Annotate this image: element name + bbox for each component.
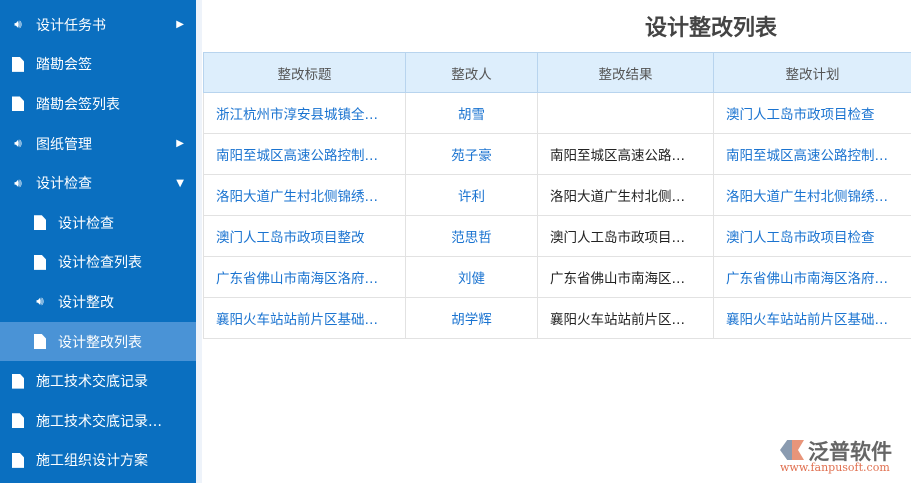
logo-url: www.fanpusoft.com: [780, 461, 890, 474]
table-cell: 襄阳火车站站前片区…: [537, 297, 714, 339]
sidebar-item[interactable]: 设计整改列表: [0, 321, 196, 362]
sidebar-item[interactable]: 踏勘会签: [0, 45, 196, 85]
table-cell: 澳门人工岛市政项目…: [537, 215, 714, 257]
table-cell: [537, 92, 714, 134]
chevron-right-icon: ▶: [176, 138, 184, 150]
speaker-icon: 🔊︎: [14, 136, 22, 151]
table-cell[interactable]: 澳门人工岛市政项目检查: [713, 92, 911, 134]
document-icon: [10, 96, 26, 112]
sidebar-item-label: 踏勘会签: [36, 57, 92, 74]
sidebar-item[interactable]: 施工技术交底记录…: [0, 401, 196, 441]
table-row[interactable]: 浙江杭州市淳安县城镇全… 胡雪 澳门人工岛市政项目检查: [203, 92, 911, 134]
column-header[interactable]: 整改标题: [203, 52, 406, 93]
sidebar-item-label: 施工组织设计方案: [36, 453, 148, 470]
document-icon: [32, 254, 48, 270]
table-cell: 南阳至城区高速公路…: [537, 133, 714, 175]
sidebar-item-label: 设计整改列表: [58, 334, 142, 351]
sidebar-item[interactable]: 🔊︎ 设计任务书 ▶: [0, 5, 196, 45]
table-cell[interactable]: 洛阳大道广生村北侧锦绣…: [203, 174, 406, 216]
rectification-table: 整改标题 整改人 整改结果 整改计划 浙江杭州市淳安县城镇全… 胡雪 澳门人工岛市政项目检查…: [203, 52, 911, 339]
sidebar-item[interactable]: 踏勘会签列表: [0, 84, 196, 124]
table-cell[interactable]: 澳门人工岛市政项目整改: [203, 215, 406, 257]
document-icon: [10, 413, 26, 429]
sidebar-item-label: 图纸管理: [36, 136, 92, 153]
sidebar-item[interactable]: 🔊︎ 图纸管理 ▶: [0, 124, 196, 164]
document-icon: [10, 452, 26, 468]
sidebar-item-label: 施工技术交底记录: [36, 374, 148, 391]
table-cell[interactable]: 范思哲: [405, 215, 538, 257]
sidebar-item-label: 施工技术交底记录…: [36, 413, 162, 430]
table-row[interactable]: 广东省佛山市南海区洛府… 刘健 广东省佛山市南海区… 广东省佛山市南海区洛府…: [203, 256, 911, 298]
column-header[interactable]: 整改计划: [713, 52, 911, 93]
table-cell[interactable]: 洛阳大道广生村北侧锦绣…: [713, 174, 911, 216]
column-header[interactable]: 整改人: [405, 52, 538, 93]
sidebar-item[interactable]: 施工技术交底记录: [0, 361, 196, 401]
sidebar-item[interactable]: 🔊︎ 设计整改: [0, 282, 196, 322]
table-cell[interactable]: 胡雪: [405, 92, 538, 134]
sidebar-item-label: 设计检查: [36, 176, 92, 193]
speaker-icon: 🔊︎: [14, 175, 22, 190]
table-row[interactable]: 澳门人工岛市政项目整改 范思哲 澳门人工岛市政项目… 澳门人工岛市政项目检查: [203, 215, 911, 257]
table-cell[interactable]: 广东省佛山市南海区洛府…: [203, 256, 406, 298]
sidebar-item-label: 设计检查: [58, 215, 114, 232]
sidebar-item[interactable]: 施工组织设计方案: [0, 441, 196, 481]
sidebar-item[interactable]: 设计检查: [0, 203, 196, 243]
sidebar: 🔊︎ 设计任务书 ▶ 踏勘会签 踏勘会签列表 🔊︎ 图纸管理 ▶ 🔊︎ 设计检查 ▼ 设计检查 设计检查…: [0, 0, 196, 483]
table-cell[interactable]: 广东省佛山市南海区洛府…: [713, 256, 911, 298]
table-cell[interactable]: 苑子豪: [405, 133, 538, 175]
speaker-icon: 🔊︎: [14, 17, 22, 32]
sidebar-item-label: 设计检查列表: [58, 255, 142, 272]
table-cell[interactable]: 胡学辉: [405, 297, 538, 339]
table-cell[interactable]: 刘健: [405, 256, 538, 298]
table-cell[interactable]: 南阳至城区高速公路控制…: [203, 133, 406, 175]
chevron-right-icon: ▶: [176, 19, 184, 31]
sidebar-item[interactable]: 设计检查列表: [0, 243, 196, 283]
sidebar-item-label: 踏勘会签列表: [36, 96, 120, 113]
divider: [196, 0, 202, 483]
table-cell[interactable]: 澳门人工岛市政项目检查: [713, 215, 911, 257]
logo-mark-icon: [780, 440, 804, 460]
table-cell[interactable]: 浙江杭州市淳安县城镇全…: [203, 92, 406, 134]
page-title: 设计整改列表: [645, 16, 778, 41]
table-row[interactable]: 襄阳火车站站前片区基础… 胡学辉 襄阳火车站站前片区… 襄阳火车站站前片区基础…: [203, 297, 911, 339]
document-icon: [32, 215, 48, 231]
table-cell[interactable]: 襄阳火车站站前片区基础…: [203, 297, 406, 339]
company-logo: 泛普软件 www.fanpusoft.com: [778, 436, 903, 476]
table-row[interactable]: 洛阳大道广生村北侧锦绣… 许利 洛阳大道广生村北侧… 洛阳大道广生村北侧锦绣…: [203, 174, 911, 216]
table-cell: 广东省佛山市南海区…: [537, 256, 714, 298]
sidebar-item[interactable]: 🔊︎ 设计检查 ▼: [0, 163, 196, 203]
table-cell[interactable]: 许利: [405, 174, 538, 216]
column-header[interactable]: 整改结果: [537, 52, 714, 93]
table-row[interactable]: 南阳至城区高速公路控制… 苑子豪 南阳至城区高速公路… 南阳至城区高速公路控制…: [203, 133, 911, 175]
document-icon: [32, 334, 48, 350]
speaker-icon: 🔊︎: [36, 294, 44, 309]
sidebar-item-label: 设计整改: [58, 294, 114, 311]
table-cell[interactable]: 襄阳火车站站前片区基础…: [713, 297, 911, 339]
sidebar-item-label: 设计任务书: [36, 17, 106, 34]
document-icon: [10, 373, 26, 389]
table-cell[interactable]: 南阳至城区高速公路控制…: [713, 133, 911, 175]
document-icon: [10, 56, 26, 72]
table-cell: 洛阳大道广生村北侧…: [537, 174, 714, 216]
chevron-down-icon: ▼: [176, 177, 184, 189]
